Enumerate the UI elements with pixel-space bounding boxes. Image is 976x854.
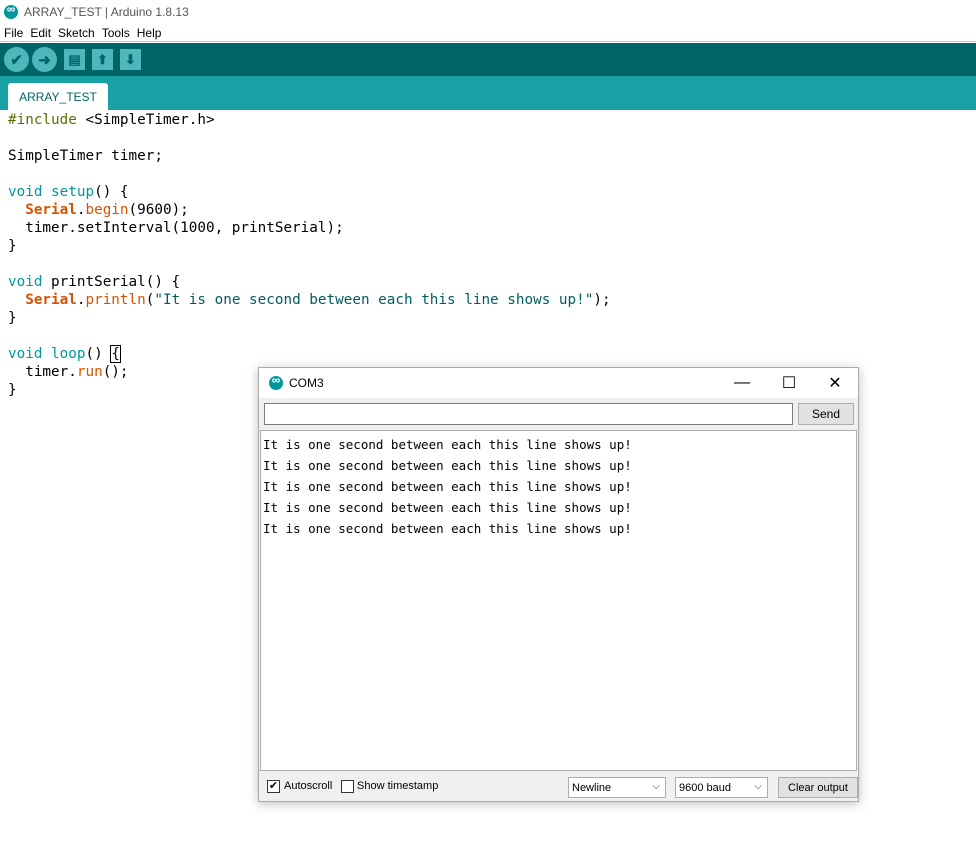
menu-tools[interactable]: Tools bbox=[102, 26, 130, 40]
menu-help[interactable]: Help bbox=[137, 26, 162, 40]
minimize-icon[interactable]: — bbox=[719, 368, 765, 398]
open-sketch-icon[interactable]: ⬆ bbox=[92, 49, 113, 70]
line-ending-select[interactable]: Newline ⌵ bbox=[568, 777, 666, 798]
serial-monitor-titlebar[interactable]: COM3 — ☐ ✕ bbox=[259, 368, 858, 398]
code-token: Serial bbox=[25, 292, 77, 308]
code-token: timer. bbox=[8, 364, 77, 380]
code-token: void bbox=[8, 184, 43, 200]
toolbar: ✔ ➜ ▤ ⬆ ⬇ bbox=[0, 43, 976, 76]
menu-sketch[interactable]: Sketch bbox=[58, 26, 95, 40]
code-token: Serial bbox=[25, 202, 77, 218]
arduino-logo-icon bbox=[269, 373, 283, 390]
title-bar: ARRAY_TEST | Arduino 1.8.13 bbox=[0, 0, 976, 24]
timestamp-checkbox[interactable] bbox=[341, 780, 354, 793]
output-line: It is one second between each this line … bbox=[263, 479, 632, 494]
code-token: void bbox=[8, 274, 43, 290]
output-line: It is one second between each this line … bbox=[263, 521, 632, 536]
code-token: (); bbox=[102, 364, 129, 380]
save-sketch-icon[interactable]: ⬇ bbox=[120, 49, 141, 70]
code-token: () { bbox=[94, 184, 129, 200]
chevron-down-icon: ⌵ bbox=[652, 781, 660, 792]
output-line: It is one second between each this line … bbox=[263, 458, 632, 473]
code-token: setup bbox=[51, 184, 95, 200]
arduino-logo-icon bbox=[4, 2, 18, 19]
send-button[interactable]: Send bbox=[798, 403, 854, 425]
code-token: run bbox=[76, 364, 103, 380]
menu-bar: File Edit Sketch Tools Help bbox=[0, 24, 976, 42]
tab-strip: ARRAY_TEST bbox=[0, 76, 976, 110]
new-sketch-icon[interactable]: ▤ bbox=[64, 49, 85, 70]
autoscroll-checkbox[interactable]: ✔ bbox=[267, 780, 280, 793]
line-ending-value: Newline bbox=[572, 781, 612, 794]
baud-rate-select[interactable]: 9600 baud ⌵ bbox=[675, 777, 768, 798]
serial-monitor-window: COM3 — ☐ ✕ Send It is one second between… bbox=[258, 367, 859, 802]
code-token: printSerial() { bbox=[42, 274, 181, 290]
serial-output[interactable]: It is one second between each this line … bbox=[260, 430, 857, 771]
menu-file[interactable]: File bbox=[4, 26, 23, 40]
serial-send-input[interactable] bbox=[264, 403, 793, 425]
autoscroll-label: Autoscroll bbox=[284, 780, 333, 792]
baud-rate-value: 9600 baud bbox=[679, 781, 731, 794]
code-line: } bbox=[8, 382, 17, 398]
upload-icon[interactable]: ➜ bbox=[32, 47, 57, 72]
menu-edit[interactable]: Edit bbox=[30, 26, 51, 40]
code-line: } bbox=[8, 238, 17, 254]
text-cursor-brace: { bbox=[110, 345, 121, 363]
close-icon[interactable]: ✕ bbox=[812, 368, 858, 398]
code-token: ); bbox=[593, 292, 611, 308]
code-token: <SimpleTimer.h> bbox=[76, 112, 215, 128]
code-text[interactable]: #include <SimpleTimer.h> SimpleTimer tim… bbox=[8, 111, 611, 399]
timestamp-label: Show timestamp bbox=[357, 780, 439, 792]
code-line: } bbox=[8, 310, 17, 326]
serial-monitor-title: COM3 bbox=[289, 376, 324, 390]
verify-icon[interactable]: ✔ bbox=[4, 47, 29, 72]
code-token: println bbox=[85, 292, 146, 308]
code-token: (9600); bbox=[128, 202, 189, 218]
code-line: timer.setInterval(1000, printSerial); bbox=[8, 220, 344, 236]
maximize-icon[interactable]: ☐ bbox=[766, 368, 812, 398]
output-line: It is one second between each this line … bbox=[263, 437, 632, 452]
send-row: Send bbox=[259, 398, 858, 430]
code-string: "It is one second between each this line… bbox=[154, 292, 594, 308]
code-token: loop bbox=[51, 346, 86, 362]
tab-array-test[interactable]: ARRAY_TEST bbox=[8, 83, 108, 110]
code-line: SimpleTimer timer; bbox=[8, 148, 163, 164]
chevron-down-icon: ⌵ bbox=[754, 781, 762, 792]
clear-output-button[interactable]: Clear output bbox=[778, 777, 858, 798]
code-token: () bbox=[85, 346, 112, 362]
serial-options-row: ✔ Autoscroll Show timestamp Newline ⌵ 96… bbox=[259, 773, 858, 801]
code-token: #include bbox=[8, 112, 77, 128]
window-title: ARRAY_TEST | Arduino 1.8.13 bbox=[24, 5, 189, 19]
code-token: begin bbox=[85, 202, 129, 218]
output-line: It is one second between each this line … bbox=[263, 500, 632, 515]
code-token: void bbox=[8, 346, 43, 362]
